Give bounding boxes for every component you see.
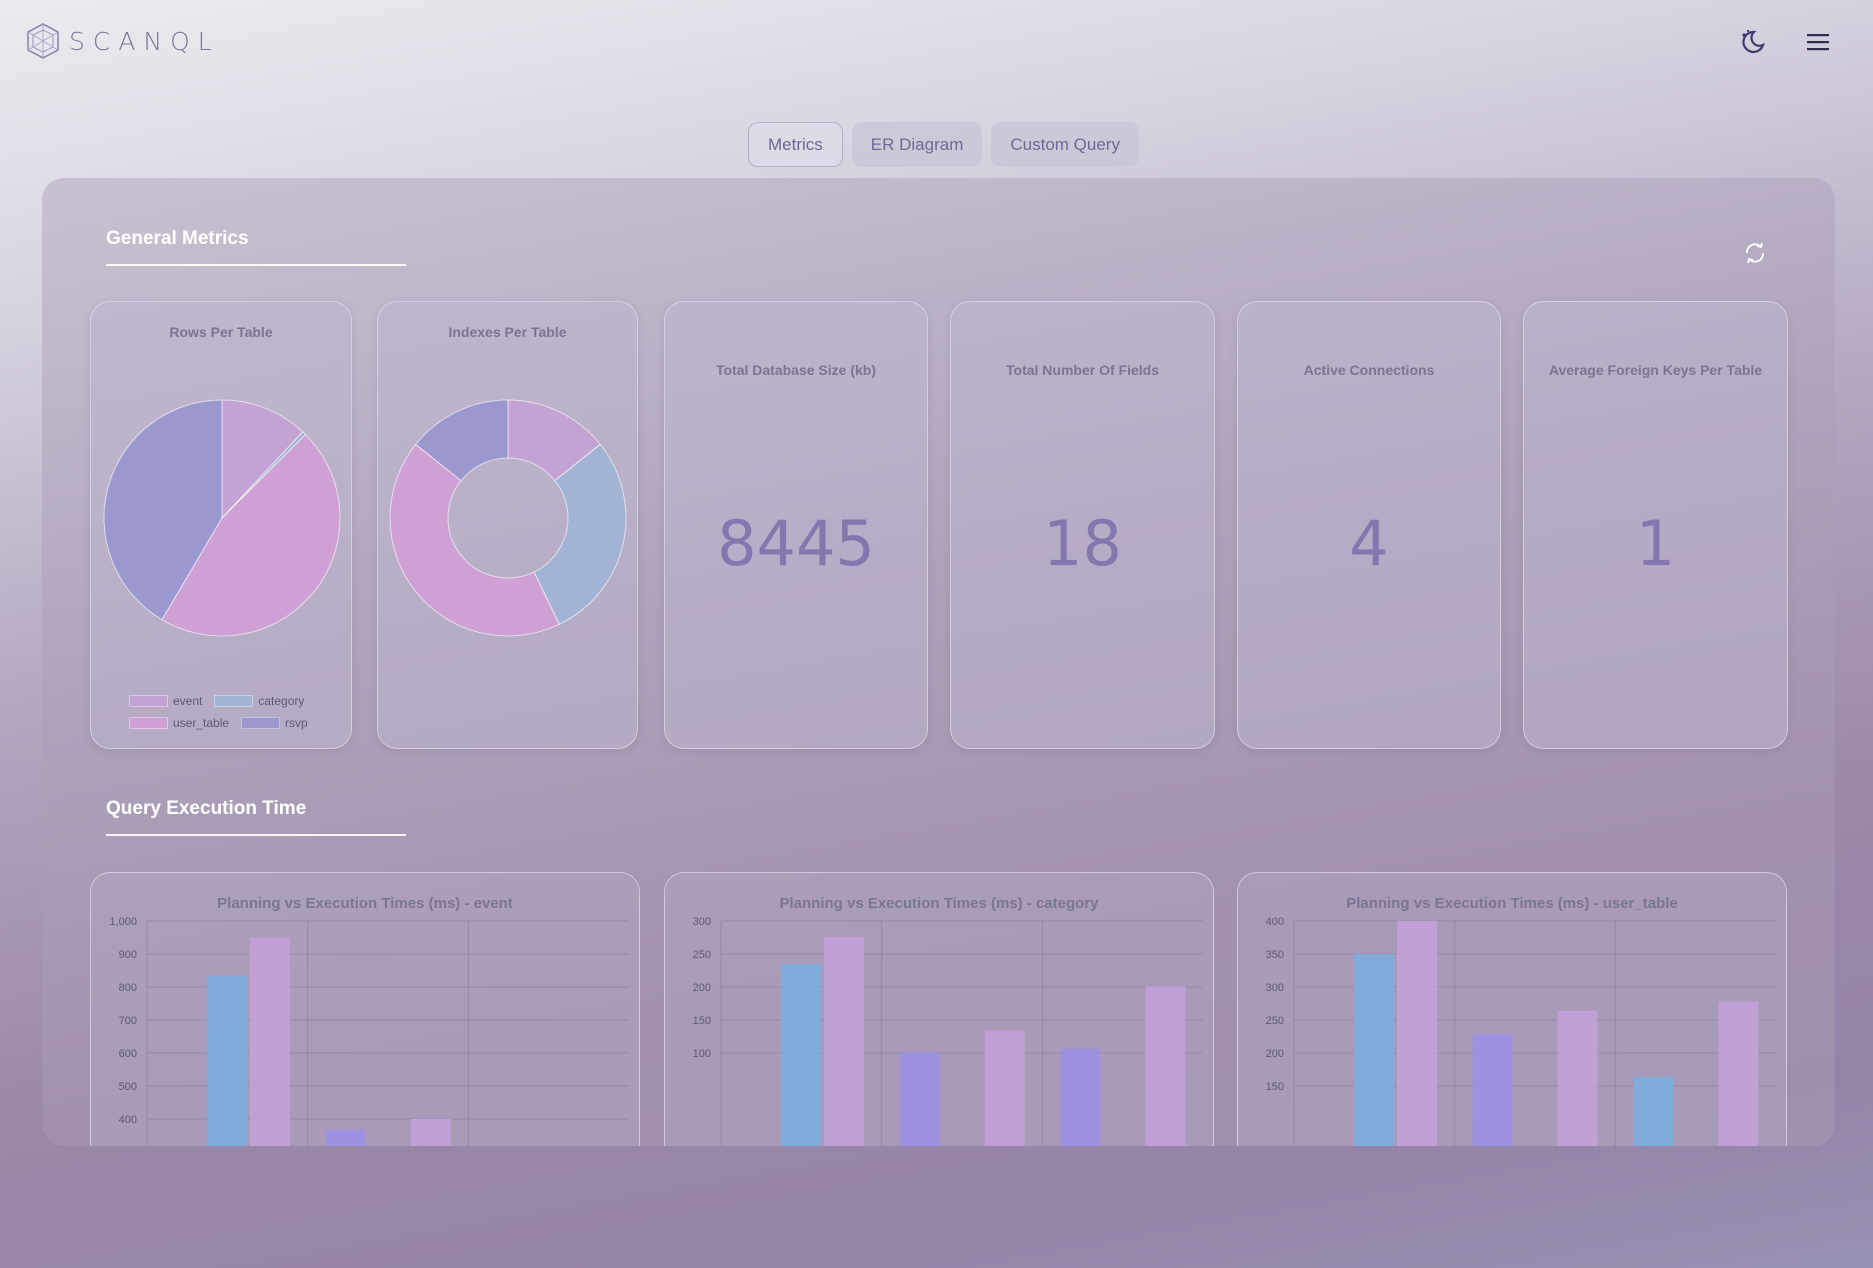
main-tabs: Metrics ER Diagram Custom Query: [748, 122, 1139, 167]
y-tick-label: 800: [119, 982, 137, 994]
card-indexes-per-table: Indexes Per Table: [377, 301, 638, 749]
legend-item-rsvp[interactable]: rsvp: [241, 716, 308, 730]
legend-swatch: [214, 695, 254, 707]
legend-swatch: [129, 717, 168, 729]
chart-card-event: Planning vs Execution Times (ms) - event…: [90, 872, 640, 1146]
y-tick-label: 600: [119, 1048, 137, 1060]
chart-card-category: Planning vs Execution Times (ms) - categ…: [664, 872, 1214, 1146]
y-tick-label: 500: [119, 1081, 137, 1093]
hamburger-icon[interactable]: [1805, 30, 1831, 54]
card-title: Total Number Of Fields: [1006, 362, 1159, 378]
y-tick-label: 150: [1266, 1081, 1284, 1093]
legend-label: category: [258, 694, 305, 708]
refresh-icon[interactable]: [1742, 240, 1768, 266]
legend-swatch: [129, 695, 168, 707]
bar[interactable]: [824, 936, 864, 1146]
bar[interactable]: [207, 975, 247, 1146]
y-tick-label: 400: [119, 1114, 137, 1126]
y-tick-label: 900: [119, 949, 137, 961]
section-title-general-metrics: General Metrics: [106, 228, 406, 266]
bar[interactable]: [1145, 986, 1186, 1146]
tab-custom-query[interactable]: Custom Query: [991, 122, 1139, 167]
legend-item-user-table[interactable]: user_table: [129, 716, 229, 730]
logo-cube-icon: [27, 23, 59, 59]
stat-value: 8445: [717, 507, 875, 580]
bar[interactable]: [781, 963, 821, 1146]
card-database-size: Total Database Size (kb) 8445: [664, 301, 928, 749]
bar[interactable]: [1060, 1048, 1101, 1146]
legend-label: rsvp: [285, 716, 308, 730]
bar[interactable]: [250, 937, 290, 1147]
y-tick-label: 400: [1266, 916, 1284, 928]
moon-icon[interactable]: [1738, 28, 1766, 56]
section-title-query-execution-time: Query Execution Time: [106, 798, 406, 836]
stat-value: 18: [1043, 507, 1122, 580]
card-title: Active Connections: [1303, 362, 1435, 378]
y-tick-label: 250: [693, 949, 711, 961]
bar[interactable]: [410, 1119, 451, 1146]
bar[interactable]: [325, 1129, 366, 1146]
indexes-per-table-doughnut[interactable]: [378, 390, 639, 690]
legend-swatch: [241, 717, 281, 729]
legend-label: user_table: [173, 716, 230, 730]
bar-chart-category[interactable]: 300 250 200 150 100: [665, 873, 1215, 1146]
bar[interactable]: [1633, 1076, 1674, 1146]
legend-label: event: [173, 694, 203, 708]
y-tick-label: 200: [1266, 1048, 1284, 1060]
card-title: Total Database Size (kb): [715, 362, 876, 378]
card-number-of-fields: Total Number Of Fields 18: [950, 301, 1215, 749]
legend-item-event[interactable]: event: [129, 694, 202, 708]
card-title: Average Foreign Keys Per Table: [1548, 362, 1763, 378]
tab-metrics[interactable]: Metrics: [748, 122, 843, 167]
bar[interactable]: [1397, 921, 1437, 1146]
y-tick-label: 250: [1266, 1015, 1284, 1027]
bar[interactable]: [1718, 1001, 1759, 1146]
y-tick-label: 100: [693, 1048, 711, 1060]
bar[interactable]: [899, 1052, 940, 1146]
card-foreign-keys: Average Foreign Keys Per Table 1: [1523, 301, 1788, 749]
slice-user-table[interactable]: [389, 443, 560, 637]
chart-card-user-table: Planning vs Execution Times (ms) - user_…: [1237, 872, 1787, 1146]
logo-text: SCANQL: [69, 26, 220, 56]
card-rows-per-table: Rows Per Table event category user_table…: [90, 301, 352, 749]
bar[interactable]: [1354, 954, 1394, 1146]
stat-value: 1: [1635, 507, 1676, 580]
chart-legend: event category user_table rsvp: [129, 690, 308, 734]
metrics-panel: General Metrics Rows Per Table event cat…: [42, 178, 1835, 1146]
bar[interactable]: [984, 1030, 1025, 1146]
rows-per-table-pie[interactable]: [91, 362, 353, 662]
y-tick-label: 300: [693, 916, 711, 928]
y-tick-label: 700: [119, 1015, 137, 1027]
y-tick-label: 350: [1266, 949, 1284, 961]
bar[interactable]: [1472, 1033, 1513, 1146]
y-tick-label: 300: [1266, 982, 1284, 994]
bar[interactable]: [1557, 1010, 1598, 1146]
tab-er-diagram[interactable]: ER Diagram: [851, 122, 983, 167]
card-title: Rows Per Table: [169, 324, 273, 340]
y-tick-label: 200: [693, 982, 711, 994]
y-tick-label: 1,000: [109, 916, 137, 928]
y-tick-label: 150: [693, 1015, 711, 1027]
stat-value: 4: [1349, 507, 1389, 580]
app-logo[interactable]: SCANQL: [25, 22, 220, 60]
card-title: Indexes Per Table: [448, 324, 567, 340]
bar-chart-event[interactable]: 1,000 900 800 700 600 500 400: [91, 873, 641, 1146]
legend-item-category[interactable]: category: [214, 694, 304, 708]
bar-chart-user-table[interactable]: 400 350 300 250 200 150: [1238, 873, 1788, 1146]
card-active-connections: Active Connections 4: [1237, 301, 1501, 749]
